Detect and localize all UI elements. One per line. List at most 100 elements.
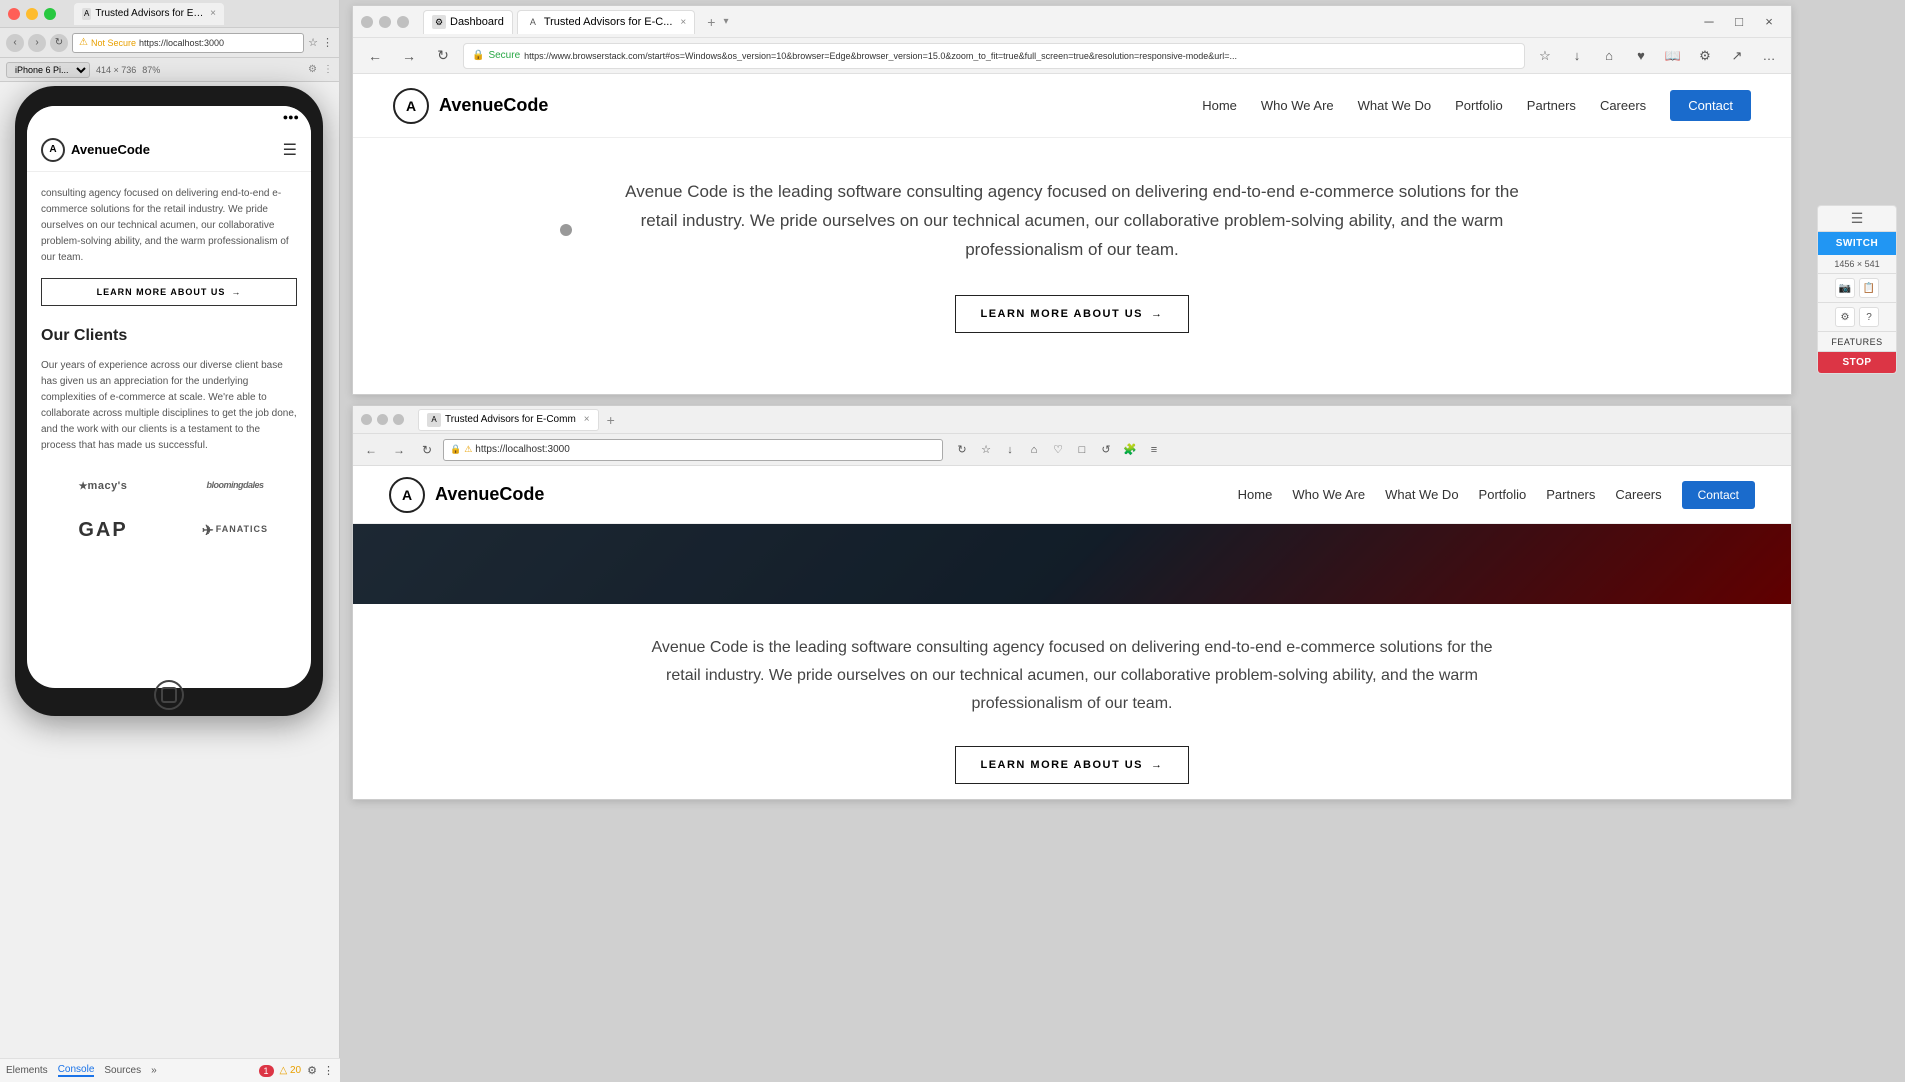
edge-home-icon[interactable]: ⌂ (1595, 42, 1623, 70)
edge-new-tab-icon[interactable]: + (707, 14, 715, 30)
devtools-sources-tab[interactable]: Sources (104, 1065, 141, 1076)
ff-tab-active[interactable]: A Trusted Advisors for E-Comm × (418, 409, 599, 431)
edge-site-nav: Home Who We Are What We Do Portfolio Par… (1202, 90, 1751, 121)
edge-nav-partners[interactable]: Partners (1527, 98, 1576, 113)
device-selector[interactable]: iPhone 6 Pi... (6, 62, 90, 78)
bs-camera-icon[interactable]: 📷 (1835, 278, 1855, 298)
ff-screenshot-icon[interactable]: □ (1071, 439, 1093, 461)
bs-features-button[interactable]: FEATURES (1818, 333, 1896, 352)
bs-clipboard-icon[interactable]: 📋 (1859, 278, 1879, 298)
edge-more-icon[interactable]: … (1755, 42, 1783, 70)
ff-download-icon[interactable]: ↓ (999, 439, 1021, 461)
viewport-settings-icon[interactable]: ⚙ (308, 64, 317, 75)
ff-extension-icon[interactable]: 🧩 (1119, 439, 1141, 461)
devtools-more-tabs-icon[interactable]: » (151, 1065, 157, 1076)
firefox-traffic-lights (361, 414, 404, 425)
bs-switch-button[interactable]: SWITCH (1818, 232, 1896, 255)
bookmark-icon[interactable]: ☆ (308, 36, 318, 49)
bs-stop-button[interactable]: STOP (1818, 352, 1896, 373)
url-field[interactable]: ⚠ Not Secure https://localhost:3000 (72, 33, 304, 53)
tab-favicon: A (82, 8, 91, 20)
devtools-console-tab[interactable]: Console (58, 1064, 95, 1077)
ff-nav-careers[interactable]: Careers (1615, 487, 1661, 502)
ff-nav-portfolio[interactable]: Portfolio (1479, 487, 1527, 502)
ff-max-btn[interactable] (393, 414, 404, 425)
edge-learn-more-button[interactable]: LEARN MORE ABOUT US → (955, 295, 1188, 333)
ff-hero-image (353, 524, 1791, 604)
ff-new-tab-icon[interactable]: + (607, 412, 615, 428)
phone-content-area[interactable]: consulting agency focused on delivering … (27, 172, 311, 688)
ff-insecure-icon: ⚠ (464, 444, 472, 455)
edge-nav-who-we-are[interactable]: Who We Are (1261, 98, 1334, 113)
ff-contact-button[interactable]: Contact (1682, 481, 1755, 509)
ff-nav-home[interactable]: Home (1238, 487, 1273, 502)
ff-url-field[interactable]: 🔒 ⚠ https://localhost:3000 (443, 439, 943, 461)
ff-back-button[interactable]: ← (359, 438, 383, 462)
phone-learn-more-button[interactable]: LEARN MORE ABOUT US → (41, 278, 297, 306)
edge-window-close[interactable]: × (1755, 8, 1783, 36)
bs-help-icon[interactable]: ? (1859, 307, 1879, 327)
ff-learn-more-button[interactable]: LEARN MORE ABOUT US → (955, 746, 1188, 784)
bs-menu-icon-row: ☰ (1818, 206, 1896, 232)
back-button[interactable]: ‹ (6, 34, 24, 52)
ff-nav-partners[interactable]: Partners (1546, 487, 1595, 502)
edge-tab-dropdown-icon[interactable]: ▾ (723, 16, 728, 27)
edge-favorites-icon[interactable]: ♥ (1627, 42, 1655, 70)
browser-tab-active[interactable]: A Trusted Advisors for E-Comm... × (74, 3, 224, 25)
edge-secure-label: Secure (488, 50, 520, 61)
edge-share-icon[interactable]: ↗ (1723, 42, 1751, 70)
edge-tab-close-icon[interactable]: × (680, 17, 686, 28)
ff-nav-what-we-do[interactable]: What We Do (1385, 487, 1458, 502)
client-logo-macys: ★ macy's (41, 468, 165, 504)
bs-settings-icon[interactable]: ⚙ (1835, 307, 1855, 327)
edge-nav-portfolio[interactable]: Portfolio (1455, 98, 1503, 113)
ff-min-btn[interactable] (377, 414, 388, 425)
ff-more-icon[interactable]: ≡ (1143, 439, 1165, 461)
edge-reading-icon[interactable]: 📖 (1659, 42, 1687, 70)
edge-forward-button[interactable]: → (395, 42, 423, 70)
edge-settings-icon[interactable]: ⚙ (1691, 42, 1719, 70)
hamburger-menu-icon[interactable]: ☰ (283, 140, 297, 160)
edge-nav-what-we-do[interactable]: What We Do (1358, 98, 1431, 113)
more-icon[interactable]: ⋮ (322, 36, 333, 49)
edge-url-field[interactable]: 🔒 Secure https://www.browserstack.com/st… (463, 43, 1525, 69)
edge-back-button[interactable]: ← (361, 42, 389, 70)
edge-refresh-button[interactable]: ↻ (429, 42, 457, 70)
devtools-settings-icon[interactable]: ⚙ (307, 1064, 317, 1077)
edge-star-icon[interactable]: ☆ (1531, 42, 1559, 70)
maximize-btn[interactable] (44, 8, 56, 20)
ff-pocket-icon[interactable]: ♡ (1047, 439, 1069, 461)
edge-close-btn[interactable] (361, 16, 373, 28)
edge-nav-home[interactable]: Home (1202, 98, 1237, 113)
edge-window-restore[interactable]: □ (1725, 8, 1753, 36)
address-bar-row: ‹ › ↻ ⚠ Not Secure https://localhost:300… (0, 28, 339, 58)
edge-min-btn[interactable] (379, 16, 391, 28)
viewport-dimensions: 414 × 736 (96, 65, 136, 75)
edge-window-minimize[interactable]: ─ (1695, 8, 1723, 36)
ff-refresh-button[interactable]: ↻ (415, 438, 439, 462)
devtools-elements-tab[interactable]: Elements (6, 1065, 48, 1076)
tab-close-icon[interactable]: × (210, 8, 216, 19)
ff-home-icon[interactable]: ⌂ (1023, 439, 1045, 461)
ff-close-btn[interactable] (361, 414, 372, 425)
edge-contact-button[interactable]: Contact (1670, 90, 1751, 121)
ff-star-icon[interactable]: ☆ (975, 439, 997, 461)
edge-tab-dashboard[interactable]: ⚙ Dashboard (423, 10, 513, 34)
viewport-more-icon[interactable]: ⋮ (323, 64, 333, 75)
forward-button[interactable]: › (28, 34, 46, 52)
minimize-btn[interactable] (26, 8, 38, 20)
edge-download-icon[interactable]: ↓ (1563, 42, 1591, 70)
ff-sync-icon[interactable]: ↺ (1095, 439, 1117, 461)
ff-tab-close-icon[interactable]: × (584, 414, 590, 425)
close-btn[interactable] (8, 8, 20, 20)
phone-home-button[interactable] (154, 680, 184, 710)
devtools-dots-icon[interactable]: ⋮ (323, 1064, 334, 1077)
edge-max-btn[interactable] (397, 16, 409, 28)
edge-nav-careers[interactable]: Careers (1600, 98, 1646, 113)
refresh-button[interactable]: ↻ (50, 34, 68, 52)
ff-forward-button[interactable]: → (387, 438, 411, 462)
ff-reload-icon[interactable]: ↻ (951, 439, 973, 461)
bs-icon-row-2: ⚙ ? (1818, 303, 1896, 332)
edge-tab-site[interactable]: A Trusted Advisors for E-C... × (517, 10, 695, 34)
ff-nav-who-we-are[interactable]: Who We Are (1292, 487, 1365, 502)
